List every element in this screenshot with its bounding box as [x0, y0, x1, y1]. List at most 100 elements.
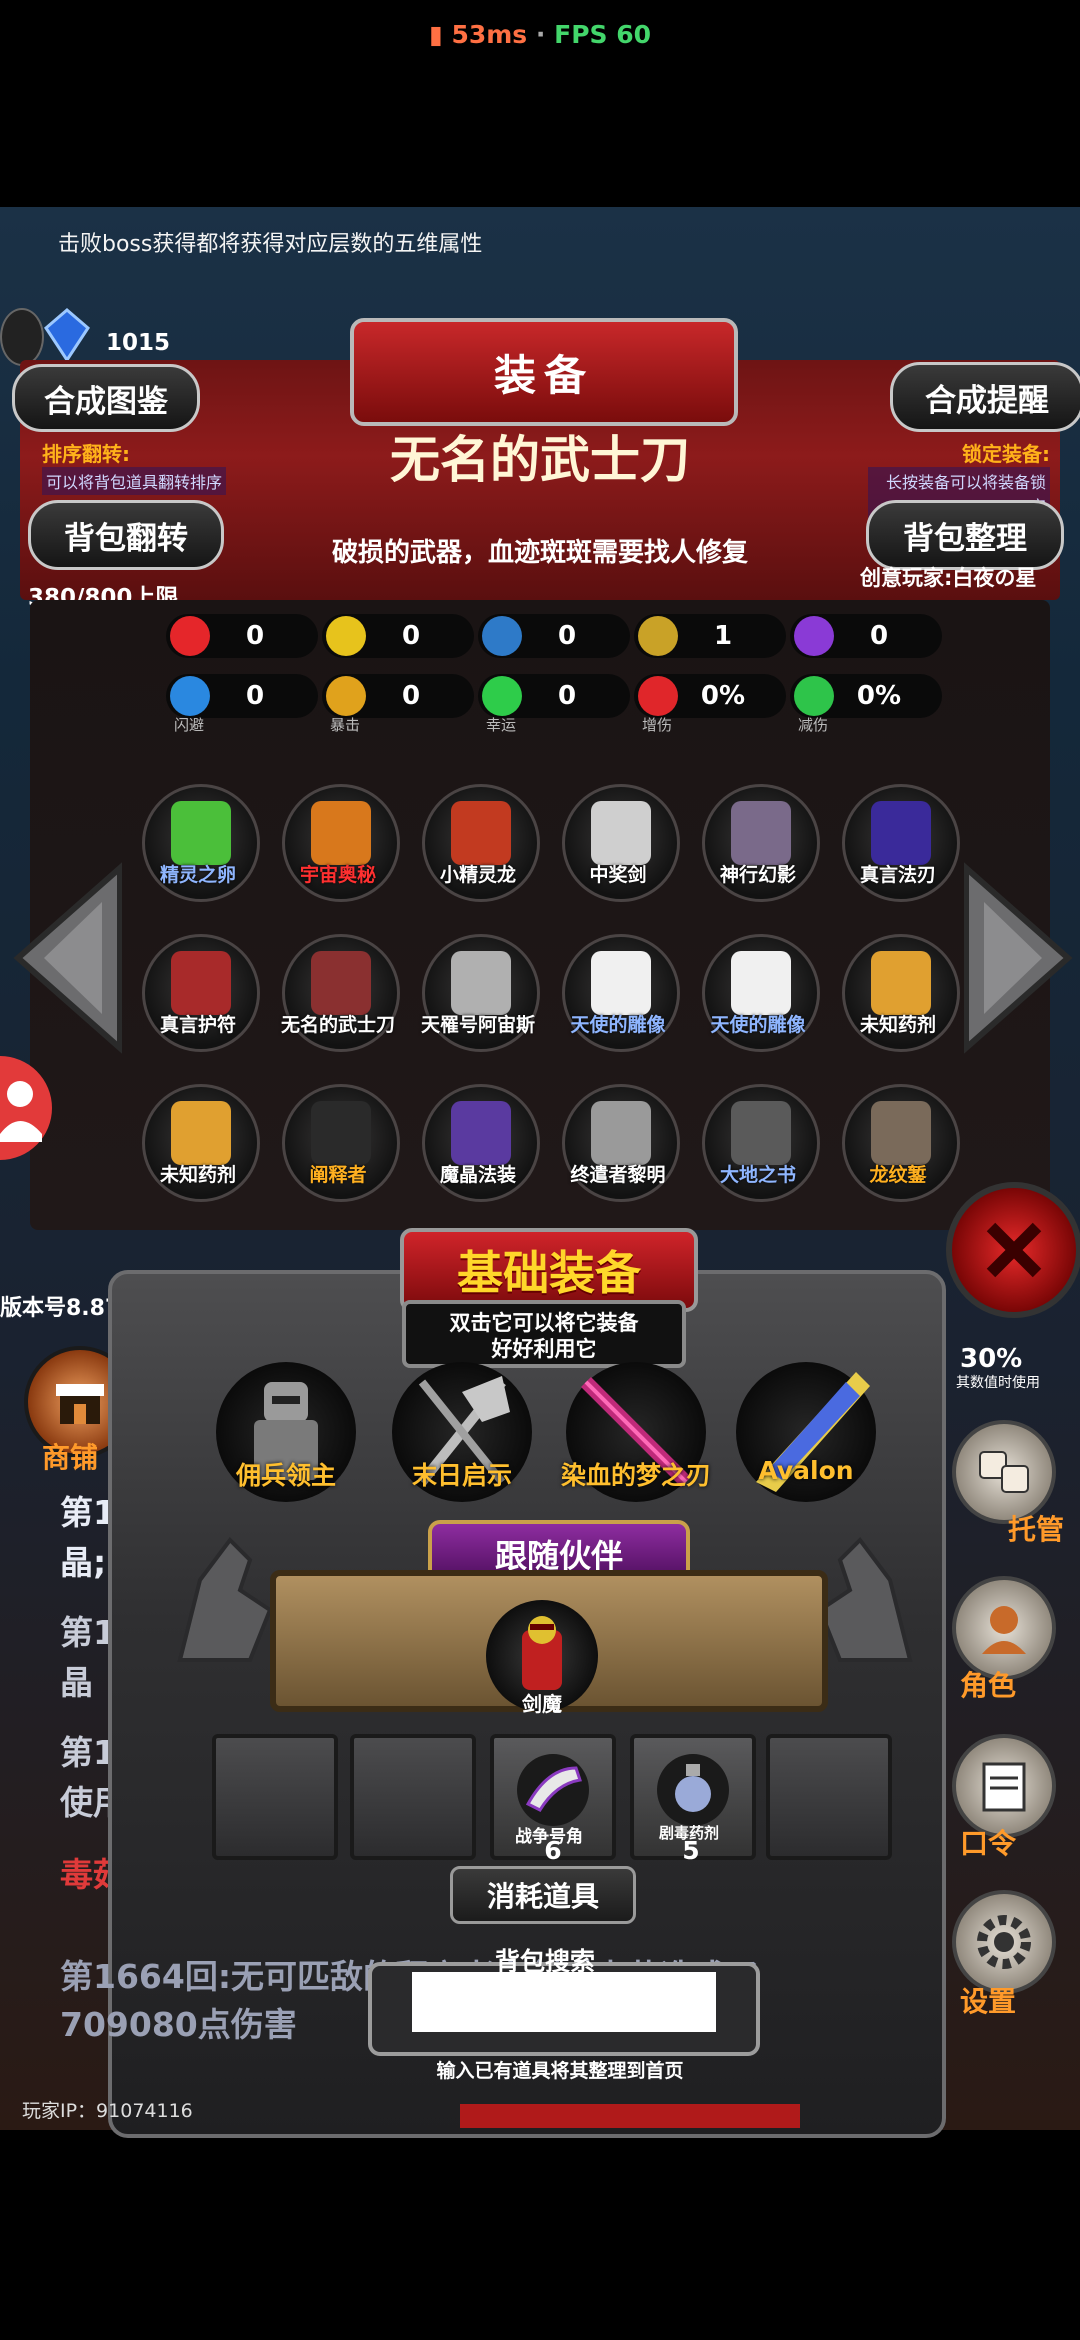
- bag-item-name: 小精灵龙: [439, 864, 516, 886]
- settings-label[interactable]: 设置: [960, 1980, 1016, 2020]
- code-label[interactable]: 口令: [960, 1822, 1016, 1862]
- stat-lightning: 0: [790, 614, 942, 658]
- shield-icon: [794, 676, 834, 716]
- consumables-title: 消耗道具: [450, 1866, 636, 1924]
- stat-value: 0%: [856, 681, 902, 711]
- sword-icon: [638, 616, 678, 656]
- consumable-count-2: 5: [682, 1836, 700, 1865]
- bag-item-name: 神行幻影: [719, 864, 796, 886]
- manage-label[interactable]: 托管: [1008, 1508, 1064, 1548]
- stat-value: 0: [401, 681, 421, 711]
- close-button[interactable]: [946, 1182, 1080, 1318]
- bag-item-name: 未知药剂: [159, 1164, 236, 1186]
- prev-page-arrow[interactable]: [10, 858, 123, 1062]
- stat-value: 0: [557, 681, 577, 711]
- basic-item-name-2: 末日启示: [411, 1461, 512, 1490]
- crystal-icon: [40, 308, 94, 363]
- bag-search-input[interactable]: [412, 1972, 716, 2032]
- role-label[interactable]: 角色: [960, 1664, 1016, 1704]
- crystal-count: 1015: [106, 330, 171, 356]
- item-icon: [591, 951, 651, 1015]
- item-creator: 创意玩家:白夜の星: [860, 566, 1037, 590]
- clover-icon: [482, 676, 522, 716]
- stat-value: 0: [401, 621, 421, 651]
- consumable-slot-5[interactable]: [766, 1734, 892, 1860]
- item-icon: [591, 801, 651, 865]
- panel-title: 装备: [350, 318, 738, 426]
- item-icon: [311, 951, 371, 1015]
- item-icon: [731, 801, 791, 865]
- item-icon: [451, 951, 511, 1015]
- boot-icon: [170, 676, 210, 716]
- bag-flip-button[interactable]: 背包翻转: [28, 500, 224, 570]
- bag-item-name: 天使的雕像: [570, 1014, 666, 1036]
- item-icon: [871, 951, 931, 1015]
- item-icon: [171, 801, 231, 865]
- log-line-1b: 晶;: [60, 1543, 107, 1582]
- item-icon: [871, 1101, 931, 1165]
- bag-item-name: 无名的武士刀: [280, 1014, 395, 1036]
- lightning-icon: [794, 616, 834, 656]
- item-icon: [171, 1101, 231, 1165]
- stat-shield: 0%: [790, 674, 942, 718]
- item-icon: [871, 801, 931, 865]
- stat-crit: 0: [322, 674, 474, 718]
- basic-item-name-1: 佣兵领主: [235, 1461, 336, 1490]
- bag-item-name: 龙纹錾: [869, 1164, 927, 1186]
- strength-icon: [326, 616, 366, 656]
- synth-guide-button[interactable]: 合成图鉴: [12, 364, 200, 432]
- bag-item-name: 大地之书: [719, 1164, 796, 1186]
- close-icon: [986, 1222, 1042, 1278]
- stat-sword: 1: [634, 614, 786, 658]
- bag-item-name: 真言法刃: [859, 864, 936, 886]
- consumable-slot-1[interactable]: [212, 1734, 338, 1860]
- helmet-icon: [482, 616, 522, 656]
- sort-flip-label: 排序翻转:: [42, 442, 130, 466]
- item-icon: [311, 801, 371, 865]
- bag-item-name: 阐释者: [309, 1164, 367, 1186]
- auto-threshold: 30%: [960, 1344, 1023, 1374]
- stat-value: 0: [557, 621, 577, 651]
- bag-item-name: 真言护符: [159, 1014, 236, 1036]
- stat-clover: 0: [478, 674, 630, 718]
- stat-label: 暴击: [330, 716, 361, 734]
- stat-value: 0: [869, 621, 889, 651]
- level-badge: [0, 308, 44, 366]
- notice-text: 击败boss获得都将获得对应层数的五维属性: [58, 232, 483, 257]
- auto-threshold-sub: 其数值时使用: [956, 1375, 1040, 1391]
- stat-label: 闪避: [174, 716, 205, 734]
- item-icon: [731, 951, 791, 1015]
- synth-reminder-button[interactable]: 合成提醒: [890, 362, 1080, 432]
- gear-icon[interactable]: [952, 1890, 1056, 1994]
- stat-value: 0: [245, 621, 265, 651]
- consumable-count-1: 6: [544, 1836, 562, 1865]
- consumable-slot-2[interactable]: [350, 1734, 476, 1860]
- ping-text: 53ms: [451, 20, 528, 49]
- lock-equip-label: 锁定装备:: [962, 442, 1050, 466]
- item-icon: [731, 1101, 791, 1165]
- stat-value: 0: [245, 681, 265, 711]
- avatar-float-button[interactable]: [0, 1056, 52, 1160]
- stat-heart: 0: [166, 614, 318, 658]
- item-icon: [451, 801, 511, 865]
- next-page-arrow[interactable]: [963, 858, 1076, 1062]
- fps-text: FPS 60: [554, 20, 652, 49]
- bag-sort-button[interactable]: 背包整理: [866, 500, 1064, 570]
- crit-icon: [326, 676, 366, 716]
- stat-crossed-swords: 0%: [634, 674, 786, 718]
- version-text: 版本号8.87: [0, 1296, 121, 1321]
- bag-item-name: 未知药剂: [859, 1014, 936, 1036]
- network-status: ▮ 53ms · FPS 60: [428, 20, 652, 49]
- signal-icon: ▮: [428, 20, 443, 49]
- item-icon: [311, 1101, 371, 1165]
- companion-name: 剑魔: [522, 1692, 562, 1716]
- heart-icon: [170, 616, 210, 656]
- sort-flip-sub: 可以将背包道具翻转排序: [42, 467, 227, 495]
- stat-helmet: 0: [478, 614, 630, 658]
- bag-item-name: 精灵之卵: [159, 864, 236, 886]
- bag-item-name: 天罹号阿宙斯: [420, 1014, 535, 1036]
- bag-item-name: 天使的雕像: [710, 1014, 806, 1036]
- stat-value: 0%: [700, 681, 746, 711]
- shop-label[interactable]: 商铺: [42, 1436, 98, 1476]
- basic-equipment-hint: 双击它可以将它装备 好好利用它: [402, 1300, 686, 1368]
